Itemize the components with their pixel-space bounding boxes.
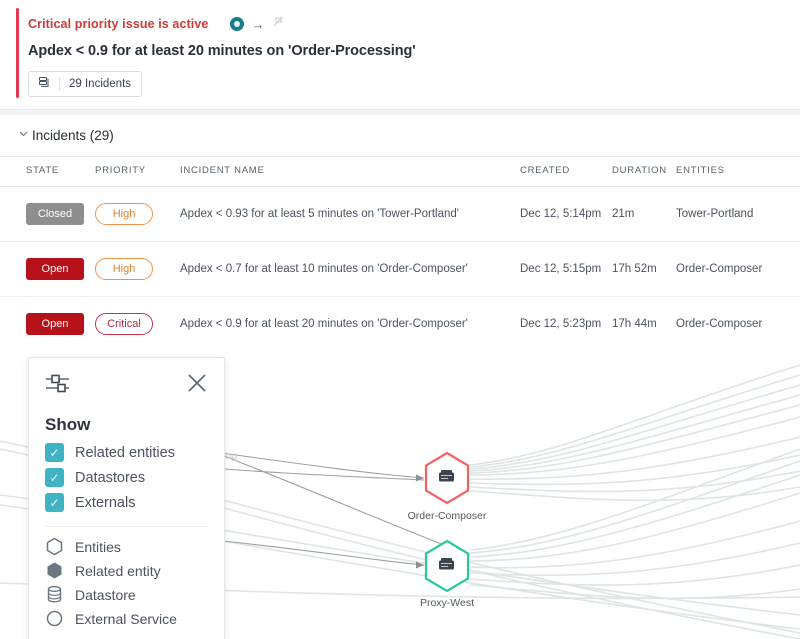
cell-created: Dec 12, 5:23pm [520,297,612,352]
status-badge: Closed [26,203,84,225]
panel-divider [45,526,208,527]
checkbox-externals[interactable]: ✓ Externals [45,493,208,512]
legend-item-related-entity: Related entity [45,561,208,580]
incidents-table-body: Closed High Apdex < 0.93 for at least 5 … [0,187,800,352]
cell-entities[interactable]: Order-Composer [676,297,800,352]
issue-state-transition: → [230,14,286,34]
checkbox-label: Related entities [75,445,175,461]
incidents-count-label: 29 Incidents [69,78,131,90]
cell-state: Closed [0,187,95,242]
stacked-layers-icon [37,76,50,92]
table-row[interactable]: Closed High Apdex < 0.93 for at least 5 … [0,187,800,242]
hexagon-outline-icon [45,537,64,556]
legend-label: Entities [75,539,121,555]
priority-badge: Critical [95,313,153,335]
table-row[interactable]: Open Critical Apdex < 0.9 for at least 2… [0,297,800,352]
incidents-section-title: Incidents (29) [32,128,114,143]
flag-crossed-out-icon[interactable] [271,14,286,34]
checkmark-icon: ✓ [45,493,64,512]
column-header-entities[interactable]: ENTITIES [676,157,800,187]
incidents-section-toggle[interactable]: Incidents (29) [0,115,800,156]
issue-status-row: Critical priority issue is active → [28,14,800,34]
checkbox-datastores[interactable]: ✓ Datastores [45,468,208,487]
graph-node-label[interactable]: Order-Composer [408,510,487,522]
cell-duration: 17h 52m [612,242,676,297]
cell-state: Open [0,297,95,352]
legend-item-external-service: External Service [45,609,208,628]
legend-label: Related entity [75,563,161,579]
issue-header: Critical priority issue is active → Apde… [0,0,800,109]
cell-duration: 21m [612,187,676,242]
cell-incident-name[interactable]: Apdex < 0.7 for at least 10 minutes on '… [180,242,520,297]
cloud-icon [45,609,64,628]
hexagon-filled-icon [45,561,64,580]
legend-label: External Service [75,611,177,627]
checkmark-icon: ✓ [45,443,64,462]
status-badge: Open [26,258,84,280]
cell-incident-name[interactable]: Apdex < 0.9 for at least 20 minutes on '… [180,297,520,352]
cell-priority: Critical [95,297,180,352]
legend-item-entities: Entities [45,537,208,556]
checkbox-related-entities[interactable]: ✓ Related entities [45,443,208,462]
cell-priority: High [95,187,180,242]
cell-incident-name[interactable]: Apdex < 0.93 for at least 5 minutes on '… [180,187,520,242]
priority-badge: High [95,203,153,225]
issue-status-text: Critical priority issue is active [28,17,208,31]
sliders-icon[interactable] [45,372,71,401]
issue-title: Apdex < 0.9 for at least 20 minutes on '… [28,43,800,59]
database-icon [45,585,64,604]
cell-created: Dec 12, 5:15pm [520,242,612,297]
panel-title: Show [45,415,208,435]
status-badge: Open [26,313,84,335]
cell-created: Dec 12, 5:14pm [520,187,612,242]
column-header-created[interactable]: CREATED [520,157,612,187]
chip-divider [59,77,60,91]
priority-badge: High [95,258,153,280]
issue-priority-accent-bar [16,8,19,98]
graph-node-label[interactable]: Proxy-West [420,597,474,609]
active-ring-icon[interactable] [230,17,244,31]
column-header-state[interactable]: STATE [0,157,95,187]
legend-item-datastore: Datastore [45,585,208,604]
arrow-right-icon: → [251,18,264,31]
cell-state: Open [0,242,95,297]
table-header-row: STATE PRIORITY INCIDENT NAME CREATED DUR… [0,157,800,187]
panel-toolbar [45,372,208,401]
cell-entities[interactable]: Order-Composer [676,242,800,297]
checkbox-label: Externals [75,495,135,511]
column-header-name[interactable]: INCIDENT NAME [180,157,520,187]
table-row[interactable]: Open High Apdex < 0.7 for at least 10 mi… [0,242,800,297]
column-header-priority[interactable]: PRIORITY [95,157,180,187]
cell-duration: 17h 44m [612,297,676,352]
chevron-down-icon [18,128,32,142]
checkmark-icon: ✓ [45,468,64,487]
cell-priority: High [95,242,180,297]
incidents-table: STATE PRIORITY INCIDENT NAME CREATED DUR… [0,156,800,352]
graph-show-panel: Show ✓ Related entities ✓ Datastores ✓ E… [28,357,225,639]
close-icon[interactable] [186,372,208,399]
checkbox-label: Datastores [75,470,145,486]
legend-label: Datastore [75,587,136,603]
incidents-count-button[interactable]: 29 Incidents [28,71,142,97]
cell-entities[interactable]: Tower-Portland [676,187,800,242]
column-header-duration[interactable]: DURATION [612,157,676,187]
